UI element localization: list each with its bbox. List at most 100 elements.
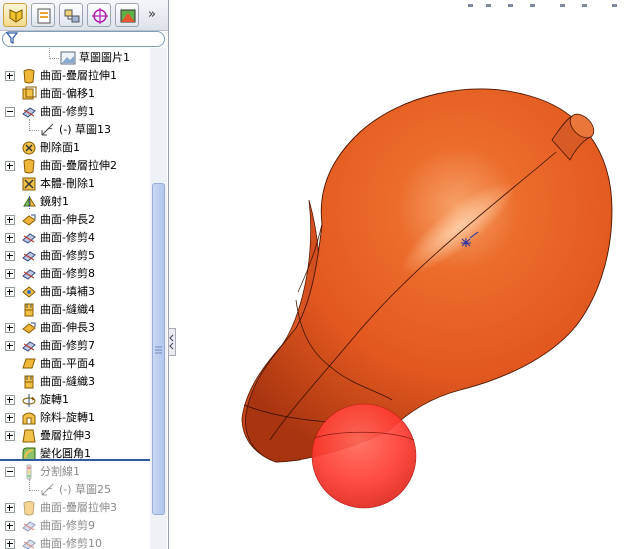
tree-item[interactable]: 曲面-修剪4 — [0, 229, 150, 247]
tree-item-label: 草圖圖片1 — [79, 51, 130, 64]
manager-tab-bar: » — [0, 0, 168, 31]
loft-icon — [21, 428, 37, 444]
surface-loft-icon — [21, 158, 37, 174]
tree-item-label: 曲面-修剪4 — [40, 231, 95, 244]
tree-item[interactable]: 曲面-疊層拉伸1 — [0, 67, 150, 85]
tree-item[interactable]: 鏡射1 — [0, 193, 150, 211]
tree-item[interactable]: 曲面-疊層拉伸2 — [0, 157, 150, 175]
mirror-icon — [21, 194, 37, 210]
split-line-icon — [21, 464, 37, 480]
surface-offset-icon — [21, 86, 37, 102]
model-render[interactable] — [176, 0, 633, 549]
body-delete-icon — [21, 176, 37, 192]
filter-input[interactable] — [2, 31, 165, 47]
surface-knit-icon — [21, 374, 37, 390]
delete-face-icon — [21, 140, 37, 156]
expand-toggle[interactable] — [5, 503, 15, 513]
expand-toggle[interactable] — [5, 269, 15, 279]
tree-item[interactable]: 旋轉1 — [0, 391, 150, 409]
tree-item[interactable]: 曲面-修剪7 — [0, 337, 150, 355]
tree-item[interactable]: 曲面-修剪10 — [0, 535, 150, 549]
configurationmanager-icon — [64, 9, 80, 23]
tree-item[interactable]: 刪除面1 — [0, 139, 150, 157]
split-sphere — [311, 403, 417, 509]
tree-item-label: 曲面-伸長3 — [40, 321, 95, 334]
dimxpert-icon — [92, 8, 108, 24]
tree-item-label: 曲面-修剪8 — [40, 267, 95, 280]
tree-item[interactable]: 曲面-平面4 — [0, 355, 150, 373]
tree-vertical-scrollbar[interactable] — [150, 48, 167, 549]
surface-trim-icon — [21, 230, 37, 246]
tree-item[interactable]: 曲面-伸長2 — [0, 211, 150, 229]
tree-item[interactable]: 曲面-填補3 — [0, 283, 150, 301]
tree-item[interactable]: 曲面-縫織4 — [0, 301, 150, 319]
tree-item-label: 曲面-偏移1 — [40, 87, 95, 100]
surface-trim-icon — [21, 266, 37, 282]
tree-item[interactable]: 曲面-修剪1 — [0, 103, 150, 121]
surface-trim-icon — [21, 536, 37, 549]
tree-item-label: 曲面-疊層拉伸1 — [40, 69, 117, 82]
expand-toggle[interactable] — [5, 521, 15, 531]
tree-item-label: 曲面-伸長2 — [40, 213, 95, 226]
expand-toggle[interactable] — [5, 323, 15, 333]
tree-item-label: 曲面-疊層拉伸3 — [40, 501, 117, 514]
surface-fill-icon — [21, 284, 37, 300]
tree-item[interactable]: 分割線1 — [0, 463, 150, 481]
tree-item[interactable]: (-) 草圖25 — [0, 481, 150, 499]
expand-toggle[interactable] — [5, 71, 15, 81]
tree-item[interactable]: 曲面-修剪9 — [0, 517, 150, 535]
display-manager-tab[interactable] — [115, 3, 139, 27]
tree-item-label: 分割線1 — [40, 465, 80, 478]
tree-item[interactable]: 曲面-偏移1 — [0, 85, 150, 103]
tree-item[interactable]: 除料-旋轉1 — [0, 409, 150, 427]
tree-item[interactable]: 曲面-縫織3 — [0, 373, 150, 391]
surface-loft-icon — [21, 68, 37, 84]
more-tabs-chevron[interactable]: » — [148, 7, 156, 22]
sketch-picture-icon — [60, 50, 76, 66]
expand-toggle[interactable] — [5, 395, 15, 405]
collapse-toggle[interactable] — [5, 107, 15, 117]
tree-item[interactable]: 曲面-疊層拉伸3 — [0, 499, 150, 517]
dimxpert-tab[interactable] — [87, 3, 111, 27]
tree-item[interactable]: 本體-刪除1 — [0, 175, 150, 193]
sketch-icon — [40, 122, 56, 138]
tree-item-label: 本體-刪除1 — [40, 177, 95, 190]
propertymanager-tab[interactable] — [31, 3, 55, 27]
expand-toggle[interactable] — [5, 413, 15, 423]
tree-connector — [29, 479, 39, 491]
collapse-toggle[interactable] — [5, 467, 15, 477]
tree-item-label: 曲面-修剪10 — [40, 537, 102, 549]
filter-icon[interactable] — [6, 31, 18, 45]
expand-toggle[interactable] — [5, 287, 15, 297]
featuremanager-tab[interactable] — [3, 3, 27, 27]
rollback-bar[interactable] — [0, 459, 150, 461]
sketch-icon — [40, 482, 56, 498]
cut-revolve-icon — [21, 410, 37, 426]
expand-toggle[interactable] — [5, 341, 15, 351]
tree-item-label: 曲面-縫織3 — [40, 375, 95, 388]
configurationmanager-tab[interactable] — [59, 3, 83, 27]
tree-item-label: 曲面-修剪9 — [40, 519, 95, 532]
tree-item[interactable]: 疊層拉伸3 — [0, 427, 150, 445]
scrollbar-thumb[interactable] — [152, 183, 165, 515]
display-manager-icon — [120, 9, 136, 23]
tree-item[interactable]: (-) 草圖13 — [0, 121, 150, 139]
tree-item[interactable]: 曲面-伸長3 — [0, 319, 150, 337]
tree-item[interactable]: 曲面-修剪5 — [0, 247, 150, 265]
expand-toggle[interactable] — [5, 161, 15, 171]
expand-toggle[interactable] — [5, 431, 15, 441]
tree-item-label: 疊層拉伸3 — [40, 429, 91, 442]
expand-toggle[interactable] — [5, 233, 15, 243]
revolve-icon — [21, 392, 37, 408]
tree-item[interactable]: 曲面-修剪8 — [0, 265, 150, 283]
propertymanager-icon — [37, 8, 51, 24]
graphics-viewport[interactable] — [176, 0, 633, 549]
expand-toggle[interactable] — [5, 539, 15, 549]
panel-splitter-handle[interactable] — [168, 328, 176, 356]
surface-knit-icon — [21, 302, 37, 318]
expand-toggle[interactable] — [5, 215, 15, 225]
tree-item[interactable]: 草圖圖片1 — [0, 49, 150, 67]
tree-item-label: 曲面-縫織4 — [40, 303, 95, 316]
tree-item-label: 曲面-修剪7 — [40, 339, 95, 352]
expand-toggle[interactable] — [5, 251, 15, 261]
